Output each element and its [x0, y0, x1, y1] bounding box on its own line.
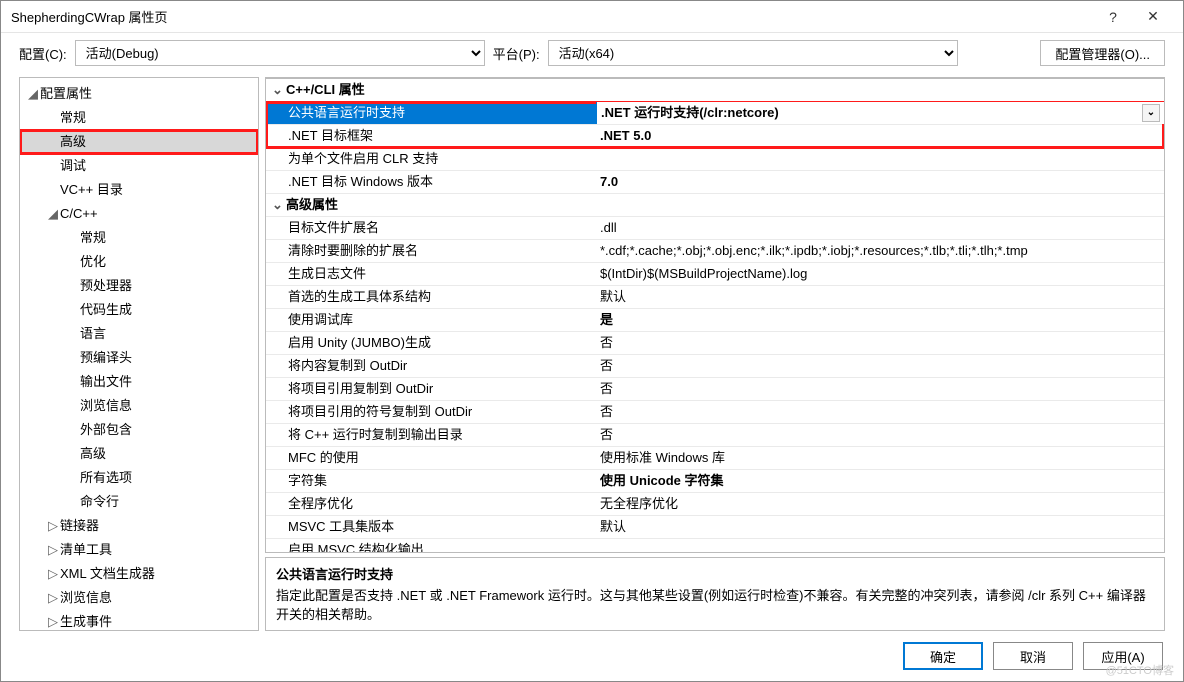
property-grid[interactable]: ⌄C++/CLI 属性公共语言运行时支持.NET 运行时支持(/clr:netc… — [265, 77, 1165, 553]
tree-item[interactable]: 预处理器 — [20, 274, 258, 298]
tree-item[interactable]: ▷链接器 — [20, 514, 258, 538]
chevron-down-icon: ⌄ — [272, 79, 286, 101]
property-row[interactable]: 将项目引用复制到 OutDir否 — [266, 378, 1164, 401]
tree-item[interactable]: 预编译头 — [20, 346, 258, 370]
tree-arrow-icon: ▷ — [48, 516, 60, 536]
tree-item[interactable]: 代码生成 — [20, 298, 258, 322]
property-row[interactable]: 公共语言运行时支持.NET 运行时支持(/clr:netcore)⌄ — [266, 102, 1164, 125]
chevron-down-icon: ⌄ — [272, 194, 286, 216]
property-row[interactable]: 目标文件扩展名.dll — [266, 217, 1164, 240]
platform-select[interactable]: 活动(x64) — [548, 40, 958, 66]
property-row[interactable]: 将 C++ 运行时复制到输出目录否 — [266, 424, 1164, 447]
tree-item[interactable]: ▷XML 文档生成器 — [20, 562, 258, 586]
description-body: 指定此配置是否支持 .NET 或 .NET Framework 运行时。这与其他… — [276, 585, 1154, 623]
window-title: ShepherdingCWrap 属性页 — [11, 7, 1093, 26]
tree-item[interactable]: 浏览信息 — [20, 394, 258, 418]
property-row[interactable]: 启用 Unity (JUMBO)生成否 — [266, 332, 1164, 355]
tree-item[interactable]: 输出文件 — [20, 370, 258, 394]
property-row[interactable]: 将项目引用的符号复制到 OutDir否 — [266, 401, 1164, 424]
config-manager-button[interactable]: 配置管理器(O)... — [1040, 40, 1165, 66]
description-panel: 公共语言运行时支持 指定此配置是否支持 .NET 或 .NET Framewor… — [265, 557, 1165, 631]
watermark: @51CTO博客 — [1106, 662, 1174, 678]
property-row[interactable]: 启用 MSVC 结构化输出 — [266, 539, 1164, 553]
property-row[interactable]: 生成日志文件$(IntDir)$(MSBuildProjectName).log — [266, 263, 1164, 286]
property-row[interactable]: .NET 目标 Windows 版本7.0 — [266, 171, 1164, 194]
tree-item[interactable]: ◢C/C++ — [20, 202, 258, 226]
property-row[interactable]: MSVC 工具集版本默认 — [266, 516, 1164, 539]
tree-item[interactable]: 所有选项 — [20, 466, 258, 490]
tree-item[interactable]: VC++ 目录 — [20, 178, 258, 202]
dialog-buttons: 确定 取消 应用(A) — [1, 631, 1183, 681]
tree-arrow-icon: ▷ — [48, 564, 60, 584]
ok-button[interactable]: 确定 — [903, 642, 983, 670]
tree-item[interactable]: 常规 — [20, 226, 258, 250]
close-button[interactable]: ✕ — [1133, 8, 1173, 25]
description-title: 公共语言运行时支持 — [276, 564, 1154, 583]
tree-item[interactable]: 命令行 — [20, 490, 258, 514]
property-row[interactable]: 将内容复制到 OutDir否 — [266, 355, 1164, 378]
help-button[interactable]: ? — [1093, 9, 1133, 25]
property-group-header[interactable]: ⌄C++/CLI 属性 — [266, 78, 1164, 102]
property-row[interactable]: .NET 目标框架.NET 5.0 — [266, 125, 1164, 148]
tree-arrow-icon: ◢ — [48, 204, 60, 224]
property-group-header[interactable]: ⌄高级属性 — [266, 194, 1164, 217]
tree-item[interactable]: ▷清单工具 — [20, 538, 258, 562]
tree-item[interactable]: ◢配置属性 — [20, 82, 258, 106]
platform-label: 平台(P): — [493, 44, 540, 63]
property-row[interactable]: 为单个文件启用 CLR 支持 — [266, 148, 1164, 171]
property-row[interactable]: 清除时要删除的扩展名*.cdf;*.cache;*.obj;*.obj.enc;… — [266, 240, 1164, 263]
property-row[interactable]: 字符集使用 Unicode 字符集 — [266, 470, 1164, 493]
cancel-button[interactable]: 取消 — [993, 642, 1073, 670]
property-row[interactable]: 首选的生成工具体系结构默认 — [266, 286, 1164, 309]
tree-arrow-icon: ▷ — [48, 612, 60, 631]
tree-item[interactable]: 常规 — [20, 106, 258, 130]
category-tree[interactable]: ◢配置属性常规高级调试VC++ 目录◢C/C++常规优化预处理器代码生成语言预编… — [19, 77, 259, 631]
tree-arrow-icon: ◢ — [28, 84, 40, 104]
tree-item[interactable]: ▷浏览信息 — [20, 586, 258, 610]
config-toolbar: 配置(C): 活动(Debug) 平台(P): 活动(x64) 配置管理器(O)… — [1, 33, 1183, 73]
tree-item[interactable]: ▷生成事件 — [20, 610, 258, 631]
tree-item[interactable]: 调试 — [20, 154, 258, 178]
tree-arrow-icon: ▷ — [48, 588, 60, 608]
config-select[interactable]: 活动(Debug) — [75, 40, 485, 66]
property-row[interactable]: 使用调试库是 — [266, 309, 1164, 332]
tree-item[interactable]: 外部包含 — [20, 418, 258, 442]
property-row[interactable]: MFC 的使用使用标准 Windows 库 — [266, 447, 1164, 470]
tree-item[interactable]: 高级 — [20, 130, 258, 154]
dropdown-button[interactable]: ⌄ — [1142, 104, 1160, 122]
config-label: 配置(C): — [19, 44, 67, 63]
property-row[interactable]: 全程序优化无全程序优化 — [266, 493, 1164, 516]
tree-item[interactable]: 优化 — [20, 250, 258, 274]
title-bar: ShepherdingCWrap 属性页 ? ✕ — [1, 1, 1183, 33]
tree-item[interactable]: 语言 — [20, 322, 258, 346]
tree-item[interactable]: 高级 — [20, 442, 258, 466]
tree-arrow-icon: ▷ — [48, 540, 60, 560]
